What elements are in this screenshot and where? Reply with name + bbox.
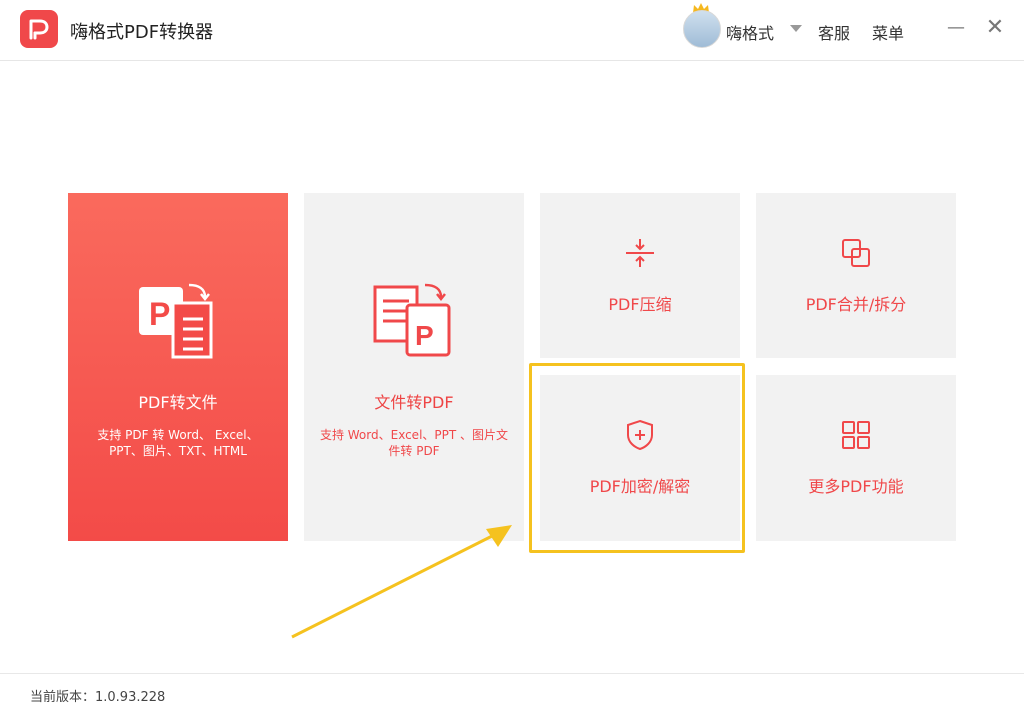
grid-icon bbox=[842, 421, 870, 449]
tile-compress[interactable]: PDF压缩 bbox=[540, 193, 740, 358]
customer-service-button[interactable]: 客服 bbox=[818, 20, 850, 44]
tile-desc-line2: PPT、图片、TXT、HTML bbox=[109, 444, 247, 458]
app-logo-icon bbox=[29, 19, 49, 40]
app-logo bbox=[20, 10, 58, 48]
pdf-to-file-icon: P bbox=[139, 283, 213, 359]
footer-divider bbox=[0, 673, 1024, 674]
username[interactable]: 嗨格式 bbox=[726, 20, 774, 44]
app-title: 嗨格式PDF转换器 bbox=[70, 22, 214, 43]
merge-split-icon bbox=[842, 239, 870, 267]
tile-title: PDF合并/拆分 bbox=[805, 295, 907, 314]
chevron-down-icon[interactable] bbox=[790, 25, 802, 32]
compress-icon bbox=[626, 239, 654, 267]
tile-desc-line1: 支持 Word、Excel、PPT 、图片文 bbox=[319, 428, 509, 442]
close-button[interactable]: ✕ bbox=[985, 17, 1005, 39]
tile-title: 更多PDF功能 bbox=[808, 477, 904, 496]
version-label: 当前版本：1.0.93.228 bbox=[30, 690, 166, 705]
avatar[interactable] bbox=[683, 10, 721, 48]
minimize-button[interactable]: — bbox=[946, 18, 966, 38]
tile-file-to-pdf[interactable]: P 文件转PDF 支持 Word、Excel、PPT 、图片文 件转 PDF bbox=[304, 193, 524, 541]
menu-button[interactable]: 菜单 bbox=[872, 20, 904, 44]
svg-text:P: P bbox=[415, 320, 434, 351]
tile-desc-line1: 支持 PDF 转 Word、 Excel、 bbox=[97, 428, 259, 442]
title-bar: 嗨格式PDF转换器 嗨格式 客服 菜单 — ✕ bbox=[0, 0, 1024, 61]
tile-title: 文件转PDF bbox=[374, 393, 454, 412]
tile-title: PDF转文件 bbox=[138, 393, 218, 412]
svg-text:P: P bbox=[149, 296, 170, 332]
file-to-pdf-icon: P bbox=[373, 283, 451, 357]
highlight-box bbox=[529, 363, 745, 553]
tile-pdf-to-file[interactable]: P PDF转文件 支持 PDF 转 Word、 Excel、 PPT、图片、TX… bbox=[68, 193, 288, 541]
tile-more[interactable]: 更多PDF功能 bbox=[756, 375, 956, 541]
tile-merge-split[interactable]: PDF合并/拆分 bbox=[756, 193, 956, 358]
annotation-arrow-icon bbox=[291, 525, 512, 639]
tile-desc-line2: 件转 PDF bbox=[388, 444, 440, 458]
tile-title: PDF压缩 bbox=[608, 295, 672, 314]
